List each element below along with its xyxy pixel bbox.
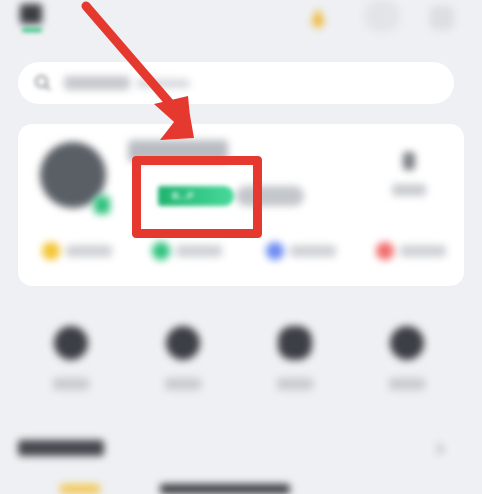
section-item-thumb[interactable] <box>60 484 100 494</box>
stat-item-coupons[interactable] <box>266 240 336 262</box>
grid-item-3-label <box>277 378 313 390</box>
grid-item-4-label <box>389 378 425 390</box>
chevron-right-icon[interactable] <box>434 442 446 456</box>
qr-code-icon[interactable] <box>398 150 420 172</box>
coin-icon <box>42 242 60 260</box>
grid-item-2-label <box>165 378 201 390</box>
side-action-label <box>392 184 426 196</box>
settings-icon[interactable] <box>430 6 454 30</box>
stat-item-points[interactable] <box>152 240 222 262</box>
stat-label <box>400 245 446 257</box>
points-icon <box>152 242 170 260</box>
grid-item-3-icon[interactable] <box>278 326 312 360</box>
coupon-icon <box>266 242 284 260</box>
stat-label <box>290 245 336 257</box>
stat-label <box>66 245 112 257</box>
grid-item-1-icon[interactable] <box>54 326 88 360</box>
title-underline <box>22 28 42 32</box>
grid-item-1-label <box>53 378 89 390</box>
avatar-badge <box>94 196 110 214</box>
bell-icon[interactable] <box>306 6 330 30</box>
section-title <box>18 440 104 456</box>
stat-item-coins[interactable] <box>42 240 112 262</box>
card-icon <box>376 242 394 260</box>
grid-item-4-icon[interactable] <box>390 326 424 360</box>
message-button[interactable] <box>364 0 400 32</box>
grid-item-2-icon[interactable] <box>166 326 200 360</box>
search-icon <box>34 74 52 92</box>
highlight-box <box>132 156 262 238</box>
stat-item-cards[interactable] <box>376 240 446 262</box>
page-title <box>20 4 42 24</box>
stat-label <box>176 245 222 257</box>
pointer-arrow <box>76 0 216 150</box>
section-item-thumb[interactable] <box>160 484 290 494</box>
